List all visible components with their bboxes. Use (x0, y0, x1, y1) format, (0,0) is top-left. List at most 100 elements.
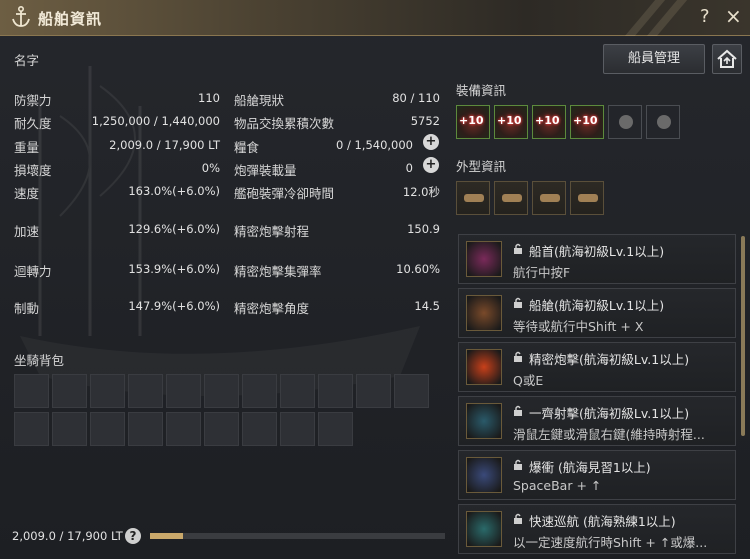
skill-icon (466, 403, 502, 439)
bag-slot[interactable] (394, 374, 429, 408)
equipment-slot[interactable] (646, 105, 680, 139)
equipment-slot[interactable]: +10 (456, 105, 490, 139)
appearance-slot[interactable] (570, 181, 604, 215)
stat-label: 重量 (14, 140, 40, 155)
stat-value: 0% (201, 161, 220, 175)
skill-icon (466, 295, 502, 331)
skill-hotkey: SpaceBar + ↑ (513, 478, 602, 493)
bag-slot[interactable] (128, 374, 163, 408)
stat-label: 加速 (14, 224, 40, 239)
stat-label: 速度 (14, 186, 40, 201)
skill-icon (466, 241, 502, 277)
stat-value: 5752 (410, 114, 440, 128)
stat-value: 10.60% (396, 262, 440, 276)
stat-label: 精密炮擊射程 (234, 224, 310, 239)
weight-help-icon[interactable]: ? (125, 528, 141, 544)
stat-label: 精密炮擊集彈率 (234, 264, 322, 279)
lock-icon (513, 405, 523, 416)
bag-slot[interactable] (52, 374, 87, 408)
appearance-icon (578, 194, 598, 202)
skill-hotkey: 等待或航行中Shift + X (513, 319, 644, 334)
skill-list-scrollbar[interactable] (741, 236, 745, 436)
stat-label: 糧食 (234, 140, 260, 155)
skill-row[interactable]: 船首(航海初級Lv.1以上) 航行中按F (458, 234, 736, 284)
stat-value: 14.5 (414, 299, 440, 313)
stat-value: 163.0%(+6.0%) (128, 184, 220, 198)
bag-slot[interactable] (166, 412, 201, 446)
ship-info-window: 船舶資訊 ? × 名字 防禦力 110 耐久度 1,250,000 / 1,440,0… (0, 0, 750, 559)
bag-slot[interactable] (318, 412, 353, 446)
equipment-slot[interactable]: +10 (494, 105, 528, 139)
close-button[interactable]: × (725, 4, 742, 28)
ship-return-button[interactable] (712, 44, 742, 74)
skill-name: 精密炮擊(航海初級Lv.1以上) (529, 352, 690, 367)
add-cannonball-button[interactable]: + (423, 157, 439, 173)
skill-hotkey: Q或E (513, 373, 544, 388)
appearance-slot[interactable] (456, 181, 490, 215)
stat-label: 迴轉力 (14, 264, 52, 279)
bag-slot[interactable] (166, 374, 201, 408)
skill-row[interactable]: 爆衝 (航海見習1以上) SpaceBar + ↑ (458, 450, 736, 500)
bag-slot[interactable] (14, 412, 49, 446)
fishing-rod-icon (657, 115, 671, 129)
appearance-icon (540, 194, 560, 202)
skill-row[interactable]: 船艙(航海初級Lv.1以上) 等待或航行中Shift + X (458, 288, 736, 338)
equipment-slot[interactable] (608, 105, 642, 139)
bag-slot[interactable] (280, 374, 315, 408)
stat-value: 110 (198, 91, 220, 105)
stat-value: 0 (405, 161, 413, 175)
weight-bar-fill (150, 533, 184, 539)
bag-slot[interactable] (204, 412, 239, 446)
stat-label: 艦砲裝彈冷卻時間 (234, 186, 335, 201)
background-ship-illustration (20, 66, 420, 396)
house-icon (717, 49, 737, 68)
skill-name: 一齊射擊(航海初級Lv.1以上) (529, 406, 690, 421)
appearance-slot[interactable] (494, 181, 528, 215)
weight-bar (150, 533, 445, 539)
bag-slot[interactable] (242, 374, 277, 408)
bag-slot[interactable] (280, 412, 315, 446)
help-button[interactable]: ? (700, 6, 710, 27)
stat-value: 80 / 110 (392, 91, 440, 105)
lock-icon (513, 297, 523, 308)
enhance-level: +10 (459, 114, 484, 127)
bag-slot[interactable] (318, 374, 353, 408)
add-food-button[interactable]: + (423, 134, 439, 150)
stat-value: 150.9 (407, 222, 440, 236)
weight-readout: 2,009.0 / 17,900 LT (12, 529, 123, 543)
appearance-slot[interactable] (532, 181, 566, 215)
skill-icon (466, 349, 502, 385)
appearance-icon (502, 194, 522, 202)
lock-icon (513, 243, 523, 254)
bag-slot[interactable] (204, 374, 239, 408)
equipment-slot[interactable]: +10 (532, 105, 566, 139)
skill-row[interactable]: 快速巡航 (航海熟練1以上) 以一定速度航行時Shift + ↑或爆... (458, 504, 736, 554)
skill-name: 快速巡航 (航海熟練1以上) (529, 514, 676, 529)
stat-label: 炮彈裝載量 (234, 163, 297, 178)
skill-hotkey: 滑鼠左鍵或滑鼠右鍵(維持時射程... (513, 427, 705, 442)
equipment-title: 裝備資訊 (456, 83, 507, 98)
skill-row[interactable]: 精密炮擊(航海初級Lv.1以上) Q或E (458, 342, 736, 392)
skill-row[interactable]: 一齊射擊(航海初級Lv.1以上) 滑鼠左鍵或滑鼠右鍵(維持時射程... (458, 396, 736, 446)
equipment-slot[interactable]: +10 (570, 105, 604, 139)
bag-slot[interactable] (356, 374, 391, 408)
title-bar[interactable]: 船舶資訊 ? × (0, 0, 750, 36)
appearance-title: 外型資訊 (456, 159, 507, 174)
crew-management-button[interactable]: 船員管理 (603, 44, 705, 74)
lock-icon (513, 513, 523, 524)
bag-slot[interactable] (90, 374, 125, 408)
ship-name-label: 名字 (14, 53, 40, 68)
window-title: 船舶資訊 (38, 10, 103, 28)
stat-value: 12.0秒 (402, 185, 440, 199)
bag-slot[interactable] (128, 412, 163, 446)
stat-label: 船艙現狀 (234, 93, 285, 108)
skill-hotkey: 航行中按F (513, 265, 571, 280)
bag-slot[interactable] (14, 374, 49, 408)
bag-slot[interactable] (242, 412, 277, 446)
anchor-icon (12, 5, 30, 27)
bag-slot[interactable] (52, 412, 87, 446)
appearance-icon (464, 194, 484, 202)
stat-label: 精密炮擊角度 (234, 301, 310, 316)
skill-icon (466, 511, 502, 547)
bag-slot[interactable] (90, 412, 125, 446)
